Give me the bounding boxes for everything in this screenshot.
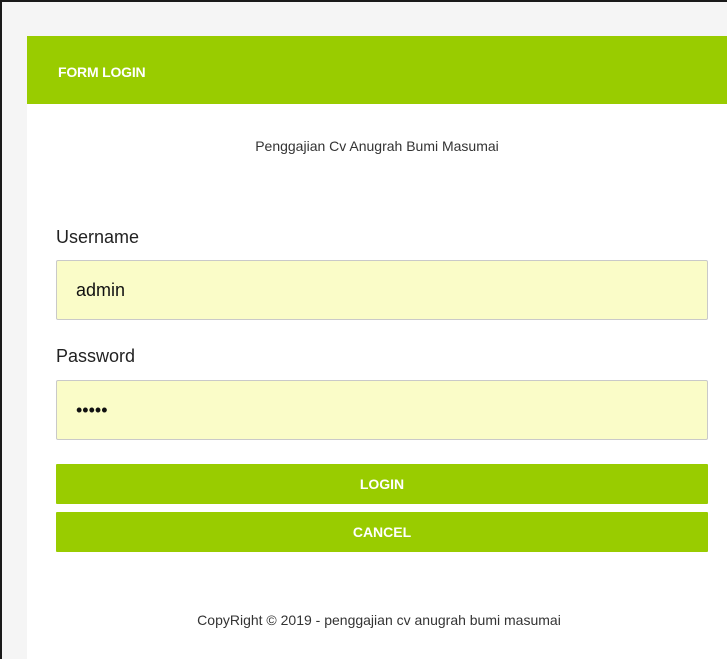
panel-title: FORM LOGIN — [58, 64, 146, 80]
panel-header: FORM LOGIN — [27, 36, 727, 104]
password-label: Password — [56, 346, 136, 366]
login-button[interactable]: LOGIN — [56, 464, 708, 504]
app-subtitle: Penggajian Cv Anugrah Bumi Masumai — [255, 138, 499, 154]
username-label: Username — [56, 227, 140, 247]
window-frame: FORM LOGIN Penggajian Cv Anugrah Bumi Ma… — [0, 0, 727, 661]
password-input[interactable] — [56, 380, 708, 440]
login-panel: FORM LOGIN Penggajian Cv Anugrah Bumi Ma… — [27, 36, 727, 661]
username-input[interactable] — [56, 260, 708, 320]
cancel-button[interactable]: CANCEL — [56, 512, 708, 552]
copyright-footer: CopyRight © 2019 - penggajian cv anugrah… — [197, 612, 561, 628]
